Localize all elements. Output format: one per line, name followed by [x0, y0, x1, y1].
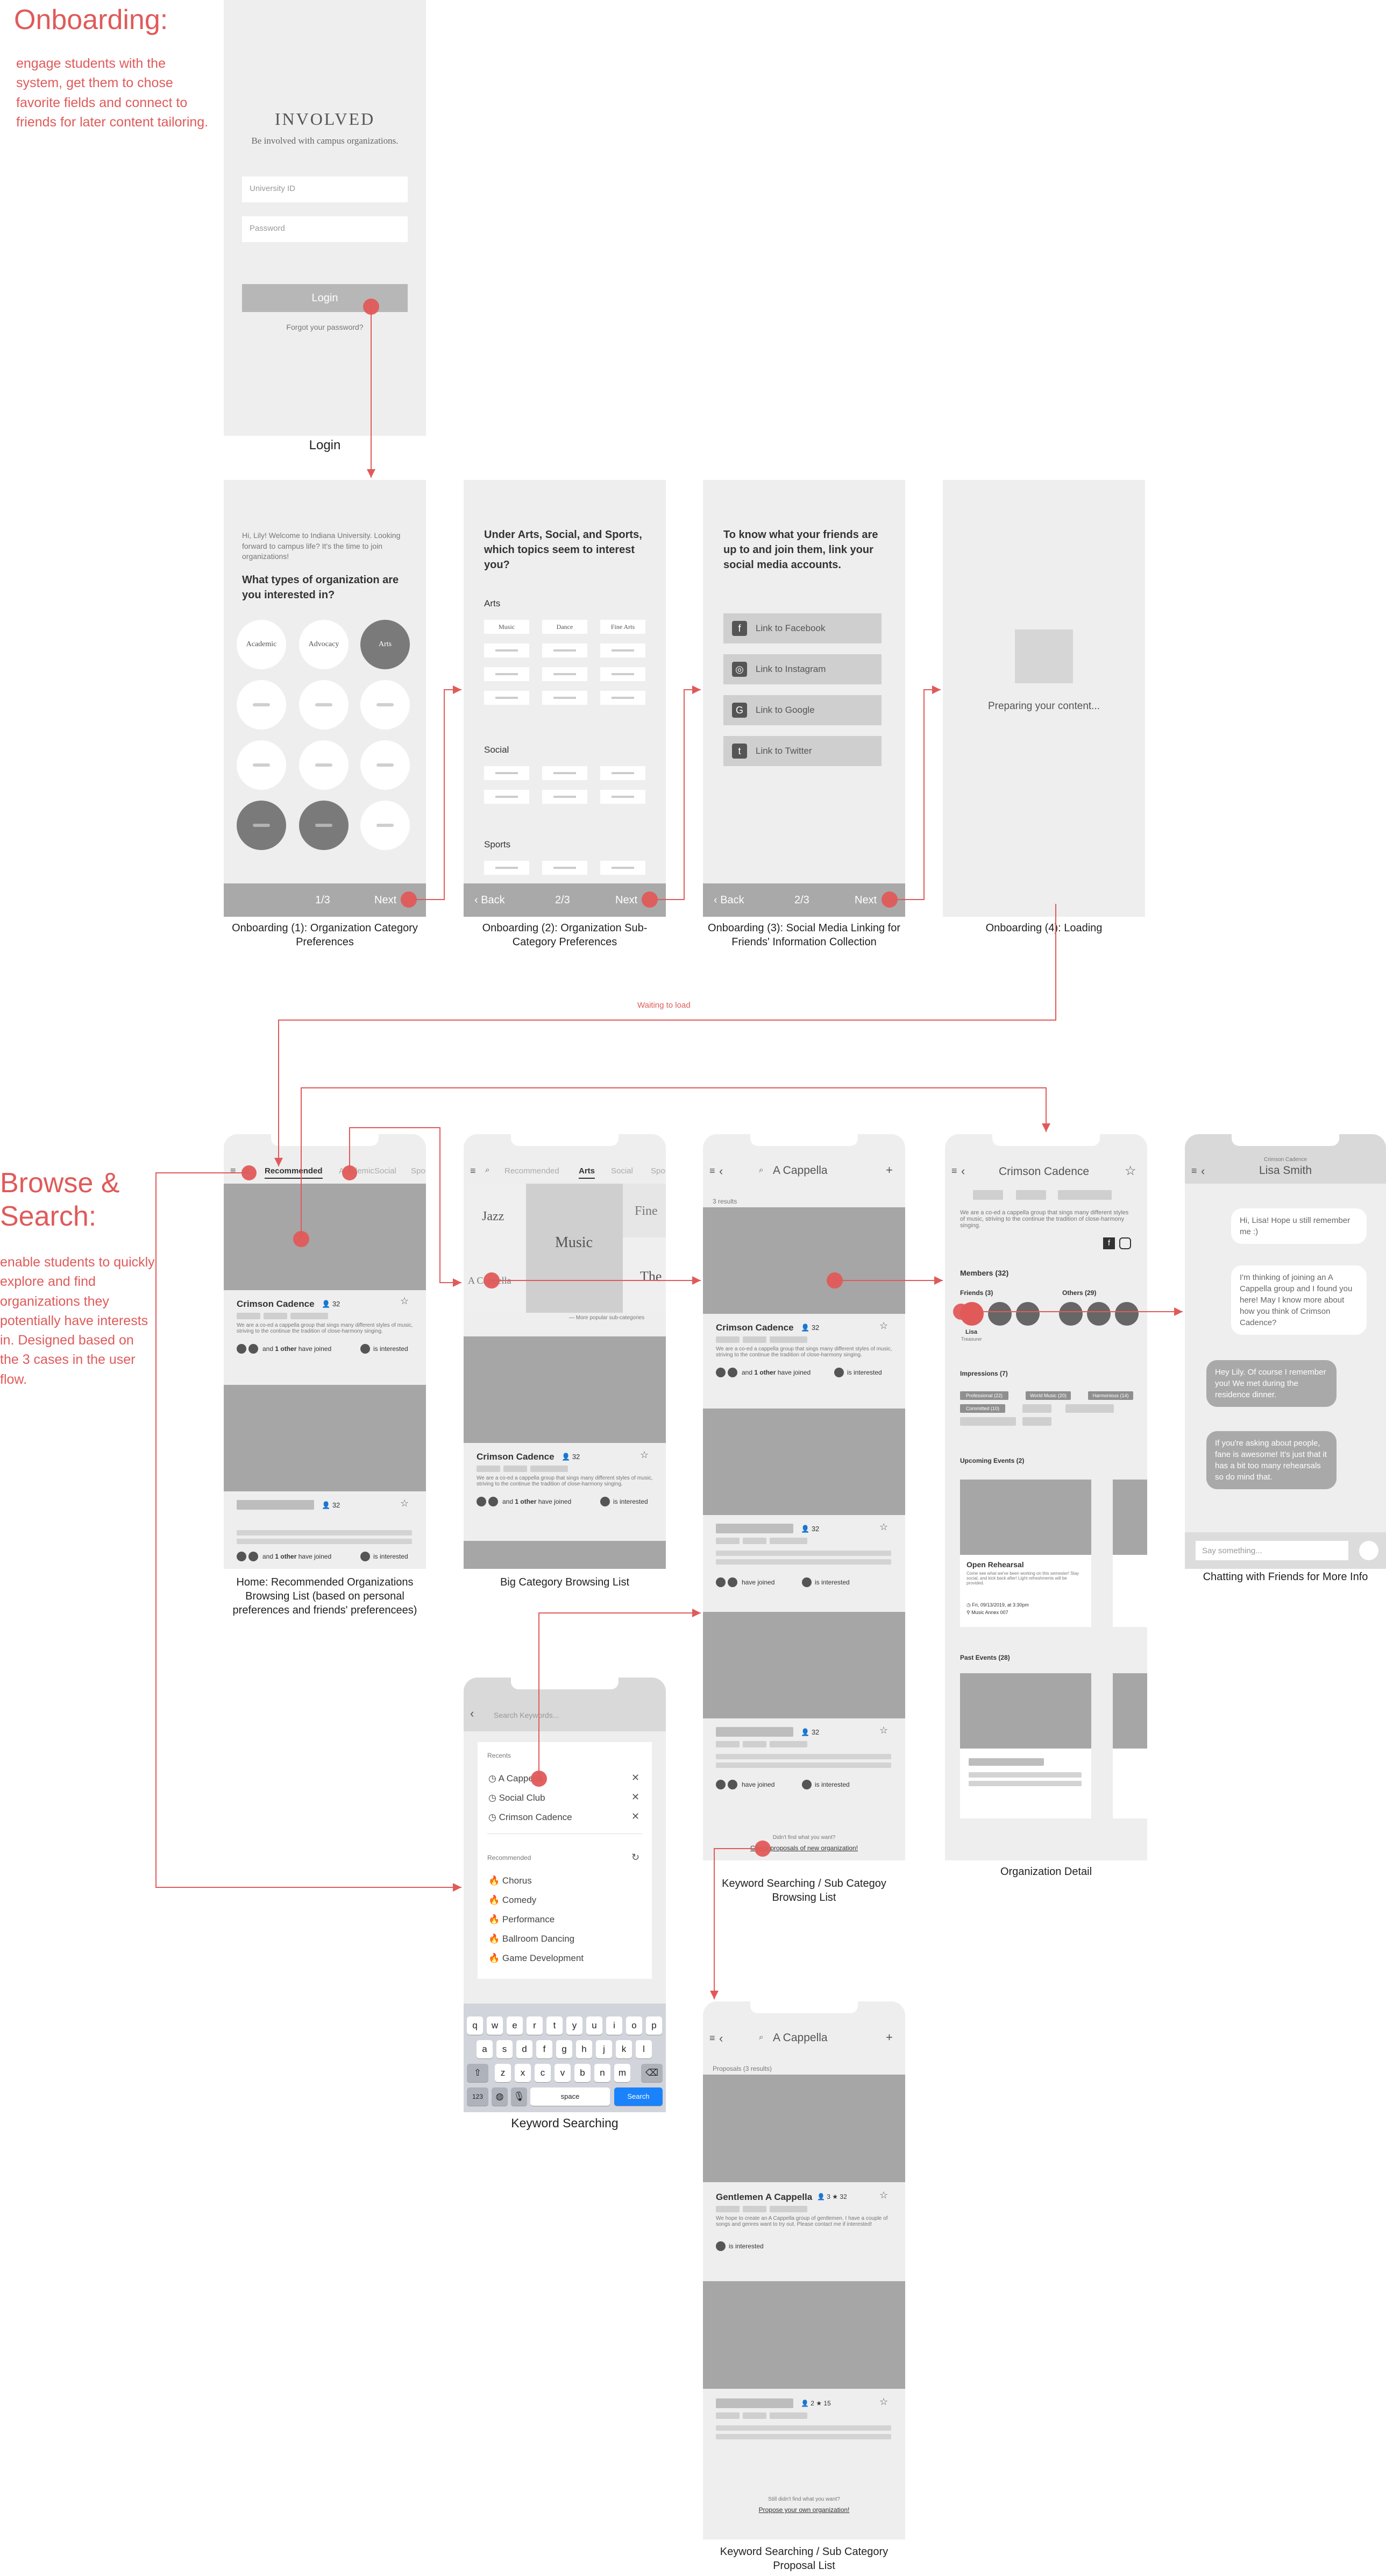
tap-indicator [241, 1165, 257, 1180]
arrow-onb2-to-onb3 [650, 685, 701, 900]
tap-indicator [363, 299, 379, 315]
flow-arrows [155, 307, 1183, 1999]
tap-indicator [642, 891, 658, 908]
tap-indicator [342, 1165, 357, 1180]
arrow-home-search-to-kwsearch [155, 1172, 461, 1892]
arrow-onb3-to-onb4 [890, 685, 941, 900]
arrow-kwsearch-to-kwsub [538, 1609, 701, 1779]
tap-indicator [293, 1231, 309, 1247]
tap-indicator [755, 1841, 771, 1857]
arrow-kwsub-to-proposal [710, 1848, 763, 1999]
tap-indicator [827, 1272, 843, 1289]
arrow-onb4-to-home [274, 904, 1056, 1166]
arrow-home-tab-to-bigcat [349, 1127, 461, 1287]
tap-indicator [953, 1304, 969, 1320]
tap-indicator [531, 1771, 547, 1787]
tap-indicator [484, 1272, 500, 1289]
arrow-home-card-to-detail [301, 1087, 1050, 1239]
tap-indicator [882, 891, 898, 908]
tap-indicator [401, 891, 417, 908]
arrow-onb1-to-onb2 [409, 685, 461, 900]
